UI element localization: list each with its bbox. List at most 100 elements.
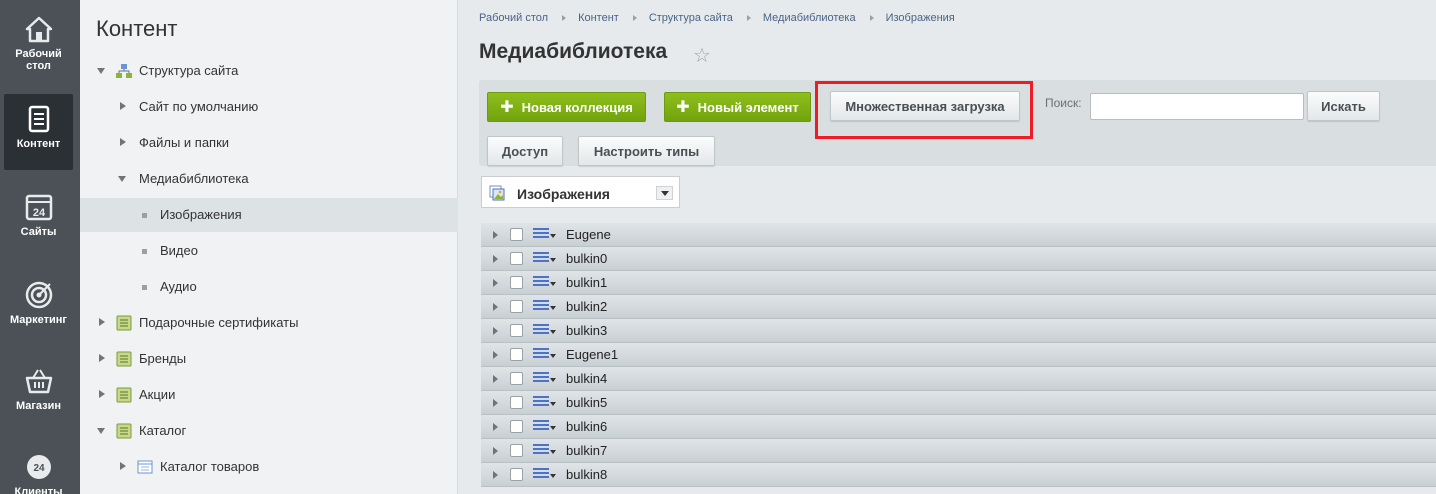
row-checkbox[interactable] [510, 252, 523, 265]
access-button[interactable]: Доступ [487, 136, 563, 166]
collection-row[interactable]: bulkin2 [481, 295, 1436, 319]
collection-name[interactable]: Eugene1 [566, 347, 618, 362]
expand-arrow-icon[interactable] [120, 138, 126, 146]
caret-down-icon[interactable] [550, 378, 556, 382]
row-menu-icon[interactable] [533, 228, 549, 241]
tree-item-audio[interactable]: Аудио [80, 270, 458, 304]
tree-item-files-folders[interactable]: Файлы и папки [80, 126, 458, 160]
row-menu-icon[interactable] [533, 444, 549, 457]
row-menu-icon[interactable] [533, 300, 549, 313]
caret-down-icon[interactable] [550, 474, 556, 478]
expand-arrow-icon[interactable] [493, 375, 498, 383]
collection-row[interactable]: Eugene1 [481, 343, 1436, 367]
row-menu-icon[interactable] [533, 252, 549, 265]
row-checkbox[interactable] [510, 396, 523, 409]
tree-item-promotions[interactable]: Акции [80, 378, 458, 412]
collection-row[interactable]: bulkin8 [481, 463, 1436, 487]
row-checkbox[interactable] [510, 444, 523, 457]
collection-row[interactable]: bulkin4 [481, 367, 1436, 391]
search-button[interactable]: Искать [1307, 91, 1380, 121]
collection-type-select[interactable]: Изображения [481, 176, 680, 208]
breadcrumb-item[interactable]: Контент [578, 12, 619, 24]
caret-down-icon[interactable] [550, 354, 556, 358]
favorite-star-icon[interactable]: ☆ [693, 43, 711, 68]
expand-arrow-icon[interactable] [493, 399, 498, 407]
new-element-button[interactable]: ✚ Новый элемент [664, 92, 811, 122]
collection-name[interactable]: bulkin4 [566, 371, 607, 386]
tree-item-medialibrary[interactable]: Медиабиблиотека [80, 162, 458, 196]
expand-arrow-icon[interactable] [493, 447, 498, 455]
collection-name[interactable]: bulkin3 [566, 323, 607, 338]
caret-down-icon[interactable] [550, 330, 556, 334]
row-checkbox[interactable] [510, 324, 523, 337]
expand-arrow-icon[interactable] [99, 354, 105, 362]
collapse-arrow-icon[interactable] [118, 176, 126, 182]
caret-down-icon[interactable] [550, 306, 556, 310]
tree-item-images[interactable]: Изображения [80, 198, 458, 232]
search-input[interactable] [1090, 93, 1304, 120]
chevron-down-icon[interactable] [656, 186, 673, 200]
row-checkbox[interactable] [510, 276, 523, 289]
breadcrumb-item[interactable]: Рабочий стол [479, 12, 548, 24]
row-menu-icon[interactable] [533, 348, 549, 361]
tree-item-site-structure[interactable]: Структура сайта [80, 54, 458, 88]
row-checkbox[interactable] [510, 372, 523, 385]
row-checkbox[interactable] [510, 348, 523, 361]
row-menu-icon[interactable] [533, 276, 549, 289]
expand-arrow-icon[interactable] [493, 279, 498, 287]
expand-arrow-icon[interactable] [493, 471, 498, 479]
collection-row[interactable]: bulkin1 [481, 271, 1436, 295]
collection-name[interactable]: bulkin8 [566, 467, 607, 482]
caret-down-icon[interactable] [550, 258, 556, 262]
rail-item-shop[interactable]: Магазин [4, 356, 73, 432]
row-menu-icon[interactable] [533, 468, 549, 481]
row-menu-icon[interactable] [533, 324, 549, 337]
collection-row[interactable]: bulkin3 [481, 319, 1436, 343]
expand-arrow-icon[interactable] [99, 390, 105, 398]
collection-row[interactable]: bulkin7 [481, 439, 1436, 463]
row-menu-icon[interactable] [533, 420, 549, 433]
collection-row[interactable]: bulkin5 [481, 391, 1436, 415]
breadcrumb-item[interactable]: Изображения [886, 12, 955, 24]
rail-item-content[interactable]: Контент [4, 94, 73, 170]
caret-down-icon[interactable] [550, 426, 556, 430]
rail-item-clients[interactable]: 24 Клиенты [4, 442, 73, 494]
expand-arrow-icon[interactable] [120, 102, 126, 110]
expand-arrow-icon[interactable] [493, 303, 498, 311]
rail-item-desktop[interactable]: Рабочий стол [4, 4, 73, 80]
new-collection-button[interactable]: ✚ Новая коллекция [487, 92, 646, 122]
expand-arrow-icon[interactable] [99, 318, 105, 326]
breadcrumb-item[interactable]: Медиабиблиотека [763, 12, 856, 24]
caret-down-icon[interactable] [550, 450, 556, 454]
configure-types-button[interactable]: Настроить типы [578, 136, 715, 166]
collection-name[interactable]: bulkin5 [566, 395, 607, 410]
collapse-arrow-icon[interactable] [97, 428, 105, 434]
expand-arrow-icon[interactable] [493, 351, 498, 359]
caret-down-icon[interactable] [550, 402, 556, 406]
collection-row[interactable]: bulkin0 [481, 247, 1436, 271]
collection-row[interactable]: Eugene [481, 223, 1436, 247]
caret-down-icon[interactable] [550, 234, 556, 238]
tree-item-gift-certificates[interactable]: Подарочные сертификаты [80, 306, 458, 340]
tree-item-brands[interactable]: Бренды [80, 342, 458, 376]
collection-name[interactable]: bulkin6 [566, 419, 607, 434]
expand-arrow-icon[interactable] [493, 327, 498, 335]
collection-name[interactable]: bulkin1 [566, 275, 607, 290]
collection-row[interactable]: bulkin6 [481, 415, 1436, 439]
rail-item-marketing[interactable]: Маркетинг [4, 270, 73, 346]
tree-item-product-catalog[interactable]: Каталог товаров [80, 450, 458, 484]
row-checkbox[interactable] [510, 468, 523, 481]
caret-down-icon[interactable] [550, 282, 556, 286]
tree-item-video[interactable]: Видео [80, 234, 458, 268]
expand-arrow-icon[interactable] [493, 255, 498, 263]
row-checkbox[interactable] [510, 228, 523, 241]
collection-name[interactable]: bulkin0 [566, 251, 607, 266]
rail-item-sites[interactable]: 24 Сайты [4, 182, 73, 258]
breadcrumb-item[interactable]: Структура сайта [649, 12, 733, 24]
collapse-arrow-icon[interactable] [97, 68, 105, 74]
collection-name[interactable]: Eugene [566, 227, 611, 242]
expand-arrow-icon[interactable] [493, 423, 498, 431]
row-checkbox[interactable] [510, 420, 523, 433]
expand-arrow-icon[interactable] [120, 462, 126, 470]
row-menu-icon[interactable] [533, 372, 549, 385]
